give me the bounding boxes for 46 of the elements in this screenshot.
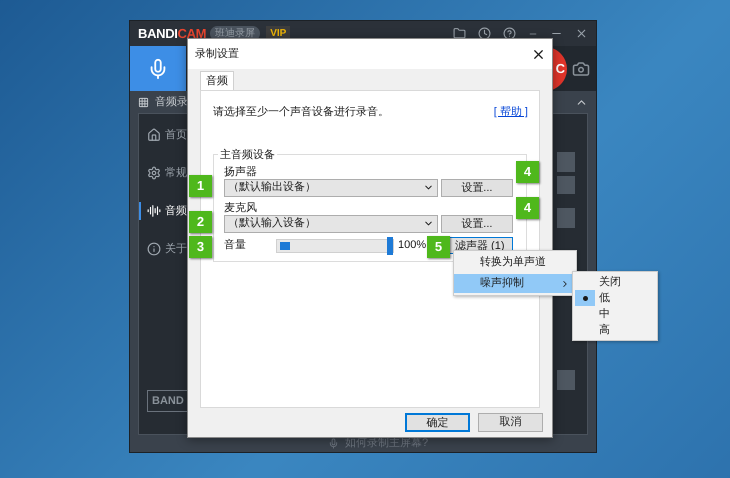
device-label: 麦克风 — [224, 200, 258, 214]
audio-mode-tab[interactable] — [130, 46, 186, 91]
submenu-item[interactable]: 中 — [573, 306, 657, 322]
step-number-badge: 1 — [189, 174, 212, 196]
folder-icon[interactable] — [453, 27, 466, 40]
dialog-title: 录制设置 — [195, 46, 239, 62]
camera-icon[interactable] — [572, 60, 590, 78]
help-link[interactable]: [ 帮助 ] — [494, 104, 528, 120]
setting-field — [557, 152, 575, 172]
step-number-badge: 3 — [189, 236, 212, 258]
setting-field — [557, 176, 575, 194]
home-icon — [147, 128, 161, 142]
device-label: 扬声器 — [224, 164, 258, 178]
instruction-text: 请选择至少一个声音设备进行录音。 — [213, 104, 389, 120]
help-icon[interactable] — [503, 27, 516, 40]
settings-icon — [147, 166, 161, 180]
submenu-item[interactable]: 低 — [573, 290, 657, 306]
setting-field — [557, 208, 575, 228]
audio-icon — [147, 204, 161, 218]
menu-item[interactable]: 转换为单声道 — [454, 253, 576, 272]
app-logo: BANDICAM — [138, 24, 206, 43]
group-title: 主音频设备 — [218, 146, 277, 163]
sidebar-item[interactable]: 首页 — [139, 126, 199, 144]
info-icon — [147, 242, 161, 256]
grid-icon — [138, 96, 149, 108]
slider-thumb[interactable] — [387, 236, 393, 254]
settings-button[interactable]: 设置... — [440, 214, 513, 232]
volume-slider[interactable] — [276, 238, 394, 252]
dialog-button[interactable]: 确定 — [405, 413, 470, 432]
step-number-badge: 5 — [427, 236, 450, 258]
volume-reading: 100% — [398, 238, 426, 254]
device-dropdown[interactable]: （默认输入设备） — [224, 214, 438, 232]
step-number-badge: 4 — [516, 160, 539, 182]
dialog-button[interactable]: 取消 — [478, 413, 543, 432]
volume-label: 音量 — [224, 238, 247, 254]
submenu-item[interactable]: 关闭 — [573, 274, 657, 290]
device-dropdown[interactable]: （默认输出设备） — [224, 178, 438, 196]
submenu-item[interactable]: 高 — [573, 322, 657, 338]
step-number-badge: 2 — [189, 210, 212, 232]
step-number-badge: 4 — [516, 196, 539, 218]
tab[interactable]: 音频 — [200, 71, 234, 90]
clock-icon[interactable] — [478, 27, 491, 40]
section-title: 音频录 — [155, 94, 188, 110]
settings-button[interactable]: 设置... — [440, 178, 513, 196]
tip-icon — [328, 438, 339, 449]
setting-field — [557, 370, 575, 390]
